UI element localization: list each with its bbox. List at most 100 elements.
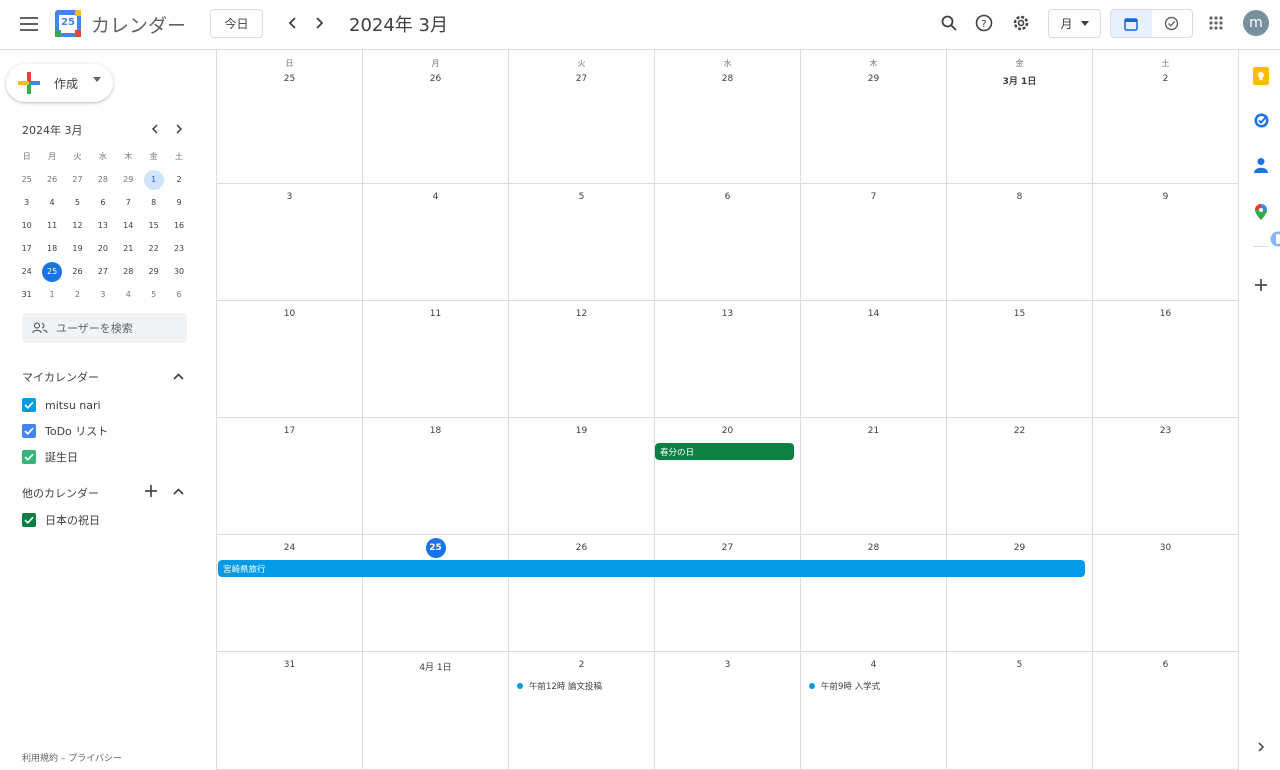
day-number[interactable]: 11 <box>363 309 508 319</box>
create-button[interactable]: 作成 <box>6 64 113 102</box>
day-number[interactable]: 26 <box>363 74 508 84</box>
day-cell[interactable]: 木 29 <box>801 50 947 184</box>
mini-day[interactable]: 18 <box>39 237 64 260</box>
day-number[interactable]: 24 <box>217 543 362 553</box>
mini-day[interactable]: 6 <box>166 283 191 306</box>
day-number[interactable]: 6 <box>655 192 800 202</box>
day-cell[interactable]: 水 28 <box>655 50 801 184</box>
day-number[interactable]: 10 <box>217 309 362 319</box>
day-number[interactable]: 29 <box>801 74 946 84</box>
day-number[interactable]: 23 <box>1093 426 1238 436</box>
day-number[interactable]: 25 <box>217 74 362 84</box>
day-cell[interactable]: 29 <box>947 535 1093 652</box>
mini-day[interactable]: 25 <box>14 168 39 191</box>
day-cell[interactable]: 3 <box>217 184 363 301</box>
day-cell[interactable]: 19 <box>509 418 655 535</box>
mini-day[interactable]: 2 <box>166 168 191 191</box>
checkbox-checked-icon[interactable] <box>22 398 36 412</box>
mini-day[interactable]: 4 <box>116 283 141 306</box>
day-cell[interactable]: 26 <box>509 535 655 652</box>
day-cell[interactable]: 27 <box>655 535 801 652</box>
day-cell[interactable]: 18 <box>363 418 509 535</box>
maps-button[interactable] <box>1250 201 1272 223</box>
day-cell[interactable]: 金 3月 1日 <box>947 50 1093 184</box>
event-entrance-ceremony[interactable]: 午前9時 入学式 <box>809 680 880 692</box>
add-other-calendar-button[interactable] <box>142 482 160 500</box>
calendar-item-birthdays[interactable]: 誕生日 <box>22 448 78 466</box>
day-cell[interactable]: 17 <box>217 418 363 535</box>
day-cell[interactable]: 3 <box>655 652 801 770</box>
day-number[interactable]: 13 <box>655 309 800 319</box>
calendar-item-mitsu-nari[interactable]: mitsu nari <box>22 396 101 414</box>
mini-day[interactable]: 11 <box>39 214 64 237</box>
mini-day[interactable]: 20 <box>90 237 115 260</box>
day-number[interactable]: 28 <box>801 543 946 553</box>
day-number[interactable]: 26 <box>509 543 654 553</box>
day-cell[interactable]: 6 <box>1093 652 1239 770</box>
mini-day-today[interactable]: 25 <box>39 260 64 283</box>
day-cell[interactable]: 土 2 <box>1093 50 1239 184</box>
mini-day[interactable]: 10 <box>14 214 39 237</box>
mini-day[interactable]: 6 <box>90 191 115 214</box>
mini-day[interactable]: 29 <box>116 168 141 191</box>
today-day-number[interactable]: 25 <box>363 538 508 558</box>
mini-day[interactable]: 14 <box>116 214 141 237</box>
mini-day[interactable]: 5 <box>141 283 166 306</box>
day-cell[interactable]: 28 <box>801 535 947 652</box>
day-cell[interactable]: 9 <box>1093 184 1239 301</box>
checkbox-checked-icon[interactable] <box>22 450 36 464</box>
mini-day[interactable]: 8 <box>141 191 166 214</box>
day-cell[interactable]: 日 25 <box>217 50 363 184</box>
calendar-item-japan-holidays[interactable]: 日本の祝日 <box>22 511 100 529</box>
tasks-view-toggle[interactable] <box>1152 10 1193 37</box>
event-paper-submission[interactable]: 午前12時 論文投稿 <box>517 680 602 692</box>
day-cell[interactable]: 10 <box>217 301 363 418</box>
mini-day[interactable]: 27 <box>65 168 90 191</box>
mini-day[interactable]: 3 <box>90 283 115 306</box>
day-number[interactable]: 30 <box>1093 543 1238 553</box>
day-number[interactable]: 4 <box>801 660 946 670</box>
mini-day[interactable]: 13 <box>90 214 115 237</box>
mini-calendar-next-button[interactable] <box>171 121 187 137</box>
day-number[interactable]: 4 <box>363 192 508 202</box>
day-cell[interactable]: 7 <box>801 184 947 301</box>
day-number[interactable]: 5 <box>509 192 654 202</box>
day-number[interactable]: 20 <box>655 426 800 436</box>
day-cell[interactable]: 4月 1日 <box>363 652 509 770</box>
day-number[interactable]: 2 <box>1093 74 1238 84</box>
day-number[interactable]: 29 <box>947 543 1092 553</box>
day-number[interactable]: 15 <box>947 309 1092 319</box>
day-cell[interactable]: 14 <box>801 301 947 418</box>
day-number[interactable]: 9 <box>1093 192 1238 202</box>
mini-day[interactable]: 5 <box>65 191 90 214</box>
settings-button[interactable] <box>1008 10 1034 36</box>
day-number[interactable]: 6 <box>1093 660 1238 670</box>
calendar-view-toggle[interactable] <box>1111 10 1152 37</box>
day-number[interactable]: 31 <box>217 660 362 670</box>
people-search-input[interactable]: ユーザーを検索 <box>22 313 187 343</box>
mini-calendar-prev-button[interactable] <box>147 121 163 137</box>
mini-day[interactable]: 16 <box>166 214 191 237</box>
event-shunbun-no-hi[interactable]: 春分の日 <box>655 443 794 460</box>
mini-day[interactable]: 27 <box>90 260 115 283</box>
show-side-panel-button[interactable] <box>1250 736 1272 758</box>
mini-day[interactable]: 9 <box>166 191 191 214</box>
day-number[interactable]: 7 <box>801 192 946 202</box>
day-cell[interactable]: 12 <box>509 301 655 418</box>
day-number[interactable]: 22 <box>947 426 1092 436</box>
other-calendars-collapse-button[interactable] <box>169 482 187 500</box>
mini-day[interactable]: 22 <box>141 237 166 260</box>
day-cell[interactable]: 11 <box>363 301 509 418</box>
get-addons-button[interactable] <box>1250 274 1272 296</box>
mini-day[interactable]: 29 <box>141 260 166 283</box>
day-cell[interactable]: 月 26 <box>363 50 509 184</box>
day-number[interactable]: 2 <box>509 660 654 670</box>
today-button[interactable]: 今日 <box>210 9 263 38</box>
day-number[interactable]: 5 <box>947 660 1092 670</box>
day-number[interactable]: 3 <box>217 192 362 202</box>
day-cell[interactable]: 15 <box>947 301 1093 418</box>
day-number[interactable]: 28 <box>655 74 800 84</box>
mini-day[interactable]: 1 <box>39 283 64 306</box>
day-number[interactable]: 21 <box>801 426 946 436</box>
day-cell[interactable]: 16 <box>1093 301 1239 418</box>
